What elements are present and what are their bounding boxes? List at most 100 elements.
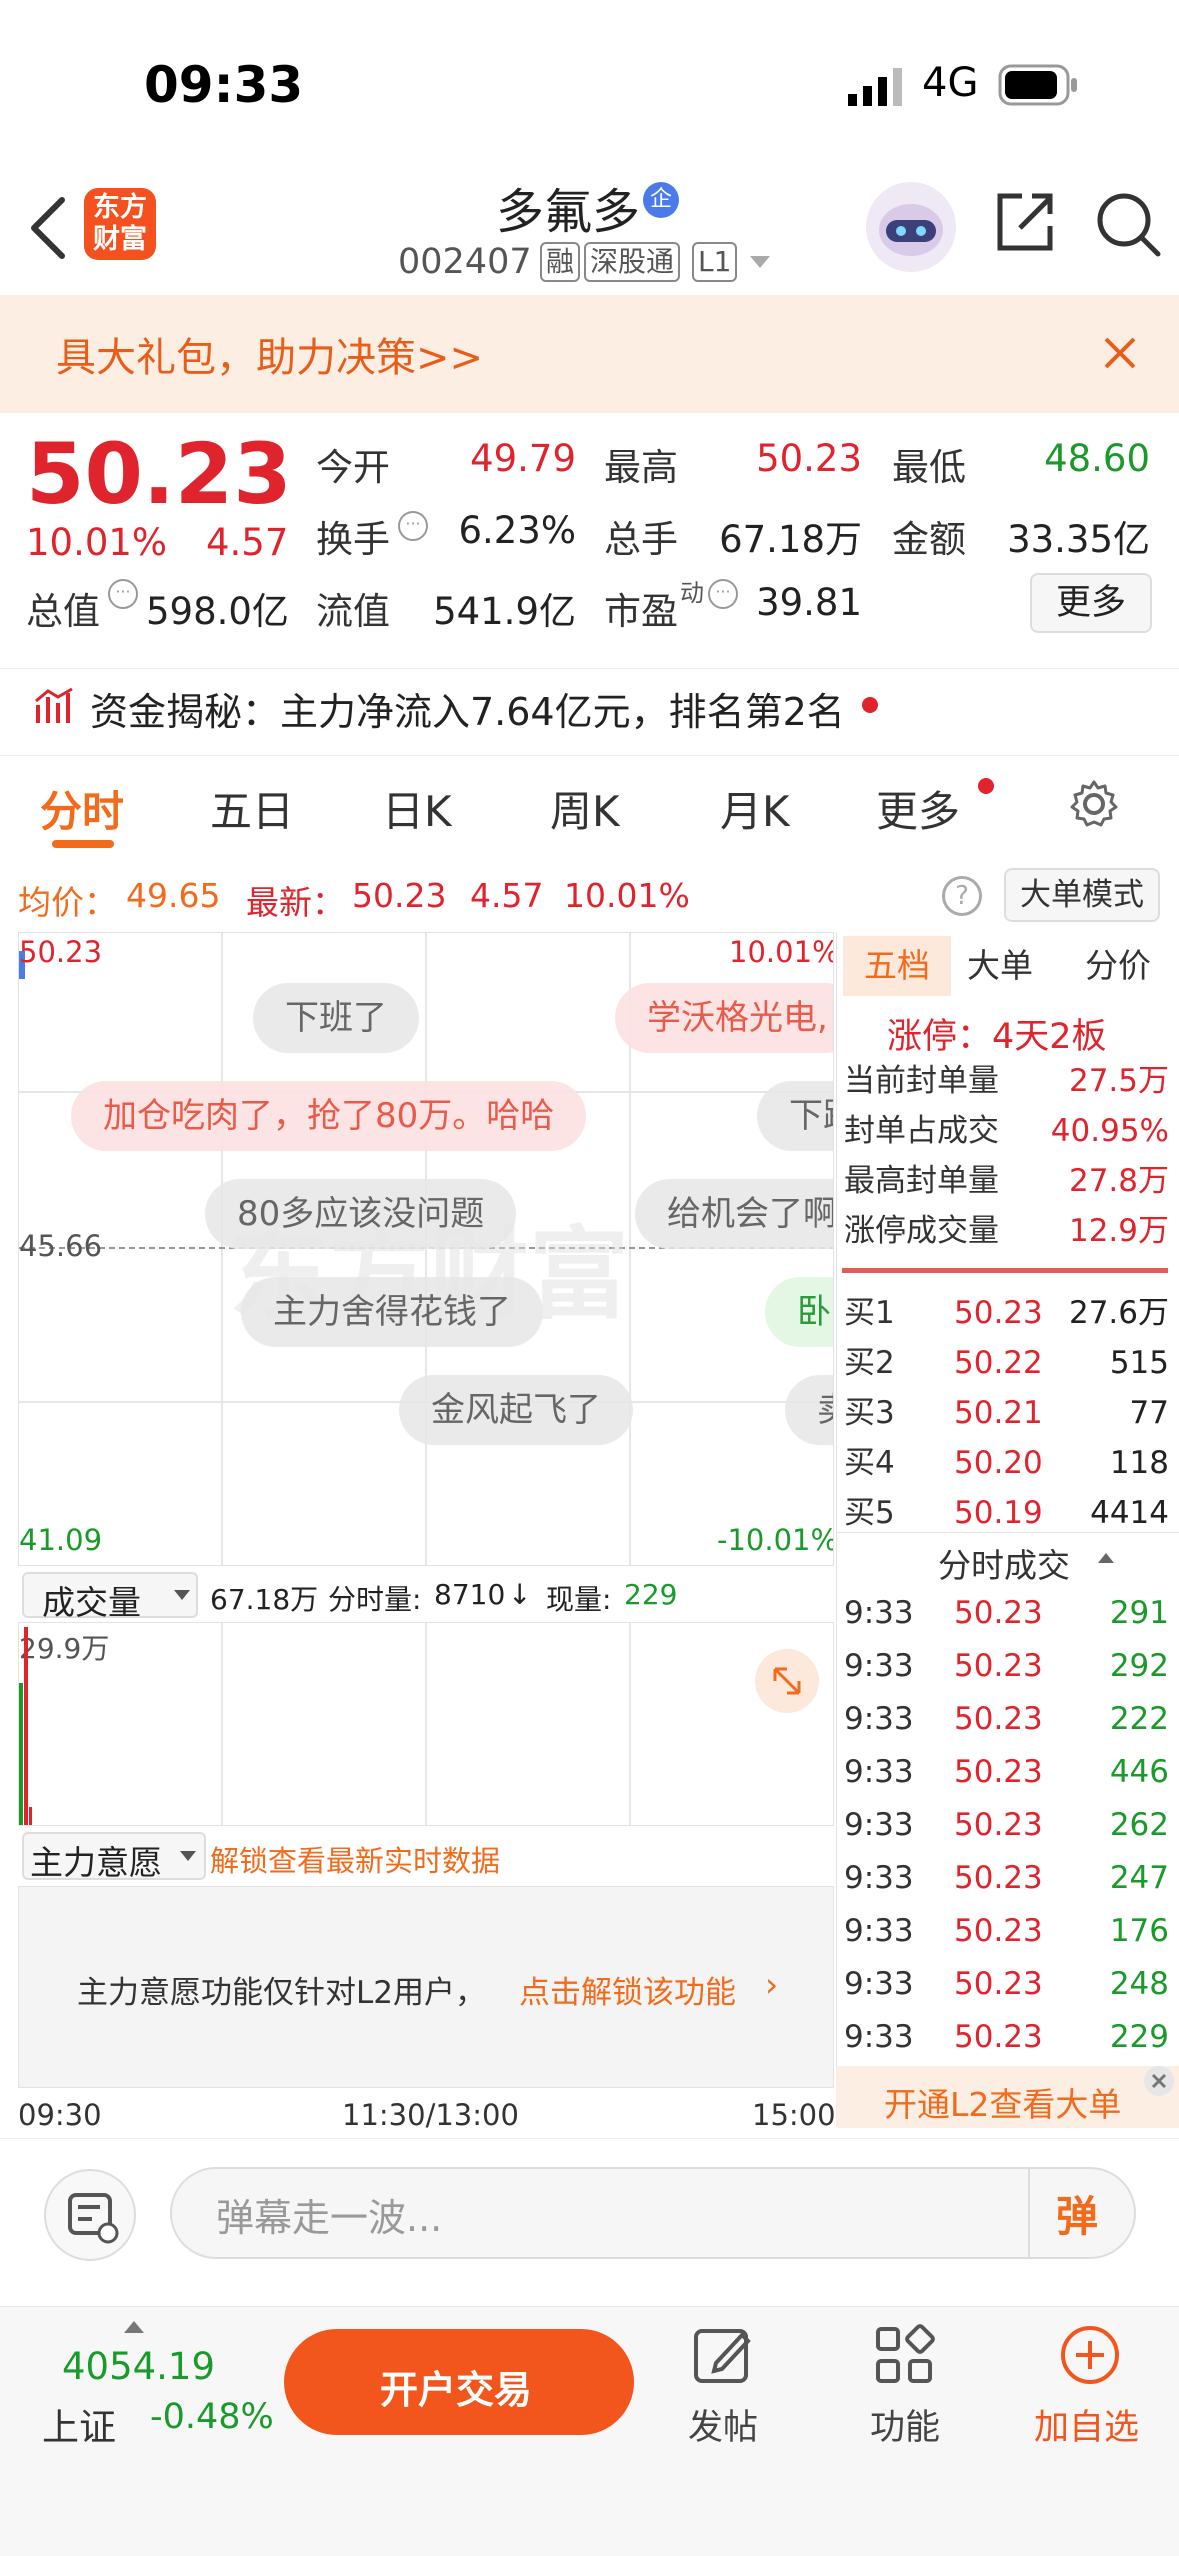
tab-more[interactable]: 更多 <box>876 778 960 839</box>
trade-row: 9:33 50.23 229 <box>842 2011 1179 2064</box>
l2-upgrade-label[interactable]: 开通L2查看大单 <box>884 2078 1121 2126</box>
danmu-comment[interactable]: 卖 <box>785 1375 833 1445</box>
function-button[interactable]: 功能 <box>862 2323 946 2453</box>
bid-row[interactable]: 买5 50.19 4414 <box>842 1488 1179 1538</box>
promo-text[interactable]: 具大礼包，助力决策>> <box>56 325 483 383</box>
value-market-cap: 598.0亿 <box>146 590 289 633</box>
danmu-comment[interactable]: 学沃格光电, <box>615 983 833 1053</box>
settings-gear-icon[interactable] <box>1068 778 1120 830</box>
seal-stat-value: 40.95% <box>1050 1113 1169 1149</box>
caret-up-icon <box>1098 1553 1114 1563</box>
info-dots-icon[interactable]: ··· <box>108 579 138 609</box>
volume-select[interactable]: 成交量 <box>22 1572 198 1622</box>
seal-stat-label: 最高封单量 <box>844 1163 999 1199</box>
index-value[interactable]: 4054.19 <box>62 2345 215 2388</box>
function-label: 功能 <box>870 2408 941 2448</box>
avg-label: 均价： <box>18 883 117 922</box>
tag-shengutong: 深股通 <box>584 242 681 282</box>
help-icon[interactable]: ? <box>942 876 982 916</box>
info-dots-icon[interactable]: ··· <box>398 511 428 541</box>
quote-panel: 50.23 10.01% 4.57 今开 49.79 最高 50.23 最低 4… <box>0 413 1179 653</box>
x-end-label: 15:00 <box>752 2098 836 2132</box>
search-icon[interactable] <box>1094 190 1164 260</box>
dropdown-triangle-icon[interactable] <box>750 256 770 268</box>
tab-five-levels[interactable]: 五档 <box>843 936 951 996</box>
trade-volume: 248 <box>1109 1966 1169 2002</box>
bid-row[interactable]: 买1 50.23 27.6万 <box>842 1288 1179 1338</box>
tab-intraday[interactable]: 分时 <box>40 778 124 839</box>
tab-month-k[interactable]: 月K <box>720 778 790 839</box>
l2-upgrade-button[interactable]: 开通L2查看大单 <box>836 2066 1179 2128</box>
danmu-comment[interactable]: 下班了 <box>253 983 419 1053</box>
trade-row: 9:33 50.23 222 <box>842 1693 1179 1746</box>
danmu-comment[interactable]: 金风起飞了 <box>399 1375 633 1445</box>
bid-row[interactable]: 买4 50.20 118 <box>842 1438 1179 1488</box>
danmu-comment[interactable]: 下跌 <box>757 1081 833 1151</box>
fund-flow-icon <box>34 687 74 727</box>
share-icon[interactable] <box>992 190 1058 256</box>
danmu-send-button[interactable]: 弹 <box>1028 2169 1136 2257</box>
tab-week-k[interactable]: 周K <box>550 778 620 839</box>
volume-chart[interactable]: 29.9万 <box>18 1622 834 1826</box>
back-arrow-icon[interactable] <box>26 196 70 260</box>
index-change[interactable]: -0.48% <box>150 2397 274 2437</box>
unlock-link[interactable]: 解锁查看最新实时数据 <box>210 1838 500 1880</box>
label-volume: 总手 <box>604 518 678 561</box>
robot-avatar-icon[interactable] <box>866 182 956 272</box>
value-turnover: 6.23% <box>458 509 576 552</box>
tab-big-orders[interactable]: 大单 <box>967 936 1033 996</box>
bid-volume: 118 <box>1109 1445 1169 1481</box>
danmu-comment[interactable]: 卧 <box>765 1277 833 1347</box>
main-intent-panel[interactable]: 主力意愿功能仅针对L2用户， 点击解锁该功能 › <box>18 1886 834 2088</box>
grid-icon <box>876 2324 935 2383</box>
x-mid-label: 11:30/13:00 <box>342 2098 519 2132</box>
more-button[interactable]: 更多 <box>1030 573 1152 633</box>
danmu-settings-icon[interactable] <box>44 2169 136 2261</box>
value-pe: 39.81 <box>756 581 862 624</box>
fund-flow-row[interactable]: 资金揭秘：主力净流入7.64亿元，排名第2名 <box>0 668 1179 740</box>
chart-tabs: 分时 五日 日K 周K 月K 更多 <box>0 755 1179 855</box>
promo-banner[interactable]: 具大礼包，助力决策>> <box>0 295 1179 413</box>
plus-circle-icon <box>1061 2326 1119 2384</box>
intraday-chart[interactable]: 东方财富 50.23 45.66 41.09 10.01% -10.01% 下班… <box>18 932 834 1566</box>
now-volume-label: 现量: <box>546 1583 612 1616</box>
tab-five-day[interactable]: 五日 <box>210 778 294 839</box>
danmu-comment[interactable]: 80多应该没问题 <box>205 1179 517 1249</box>
add-watchlist-button[interactable]: 加自选 <box>1030 2323 1150 2453</box>
trade-time: 9:33 <box>844 1648 914 1684</box>
chevron-down-icon <box>174 1590 190 1600</box>
fund-flow-text[interactable]: 资金揭秘：主力净流入7.64亿元，排名第2名 <box>90 681 845 736</box>
danmu-comment[interactable]: 主力舍得花钱了 <box>241 1277 543 1347</box>
tab-price-dist[interactable]: 分价 <box>1085 936 1151 996</box>
bid-volume: 4414 <box>1090 1495 1169 1531</box>
value-open: 49.79 <box>470 437 576 480</box>
volume-bar <box>24 1627 28 1825</box>
bid-row[interactable]: 买2 50.22 515 <box>842 1338 1179 1388</box>
volume-bar <box>19 1683 23 1825</box>
trade-button-label: 开户交易 <box>380 2368 533 2412</box>
trade-price: 50.23 <box>954 1966 1043 2002</box>
open-account-trade-button[interactable]: 开户交易 <box>284 2329 634 2435</box>
expand-icon[interactable] <box>755 1649 819 1713</box>
main-intent-unlock[interactable]: 点击解锁该功能 <box>519 1967 736 2012</box>
seal-stat-value: 27.8万 <box>1068 1163 1169 1199</box>
chevron-right-icon[interactable]: › <box>765 1965 778 2004</box>
label-amount: 金额 <box>892 518 966 561</box>
danmu-comment[interactable]: 给机会了啊 <box>635 1179 833 1249</box>
danmu-comment[interactable]: 加仓吃肉了，抢了80万。哈哈 <box>71 1081 587 1151</box>
stock-name: 多氟多 <box>496 184 641 240</box>
tab-day-k[interactable]: 日K <box>382 778 452 839</box>
limit-up-text: 涨停：4天2板 <box>887 1017 1107 1057</box>
info-dots-icon[interactable]: ··· <box>708 579 738 609</box>
index-name[interactable]: 上证 <box>42 2397 116 2451</box>
danmu-input[interactable]: 弹幕走一波... 弹 <box>170 2167 1136 2259</box>
app-logo[interactable]: 东方财富 <box>84 188 156 260</box>
post-label: 发帖 <box>688 2408 759 2448</box>
bid-row[interactable]: 买3 50.21 77 <box>842 1388 1179 1438</box>
close-icon[interactable] <box>1100 333 1140 373</box>
big-order-mode-button[interactable]: 大单模式 <box>1004 868 1160 922</box>
close-icon[interactable] <box>1144 2066 1174 2096</box>
main-intent-select[interactable]: 主力意愿 <box>22 1832 206 1882</box>
post-button[interactable]: 发帖 <box>680 2323 764 2453</box>
trades-title-row[interactable]: 分时成交 <box>836 1532 1179 1588</box>
